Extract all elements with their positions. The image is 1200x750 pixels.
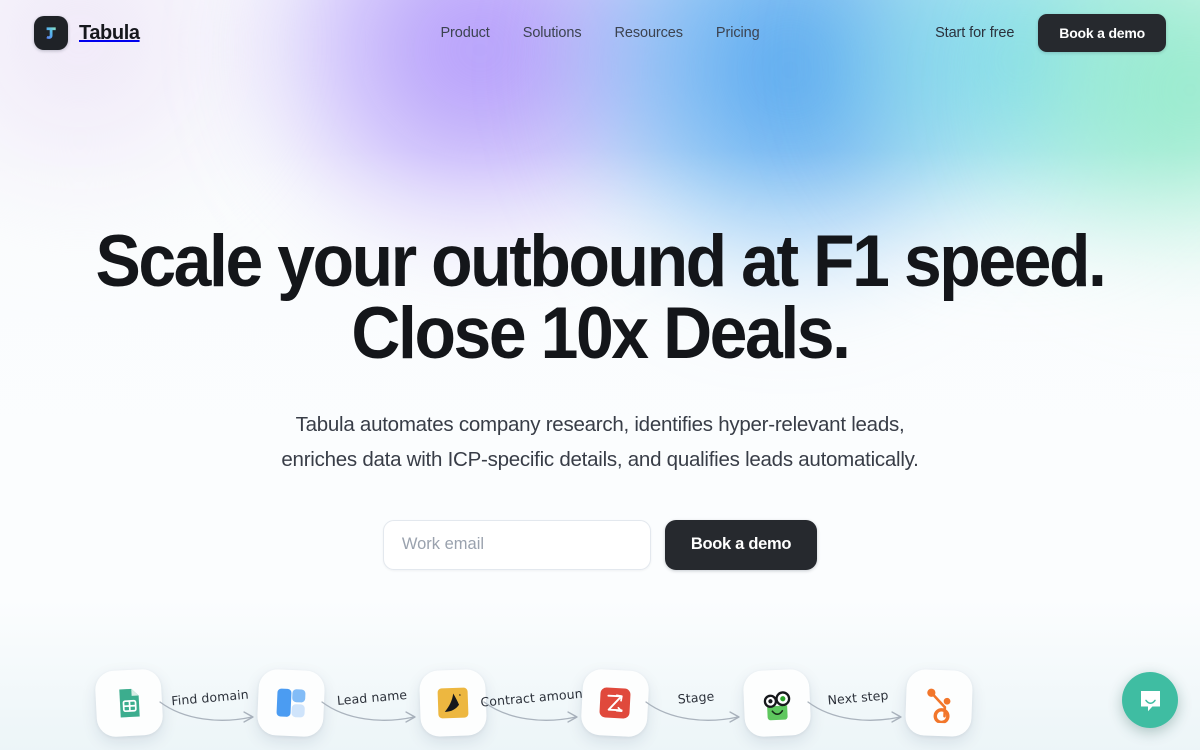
connector-find-domain: Find domain — [159, 668, 258, 738]
clearbit-icon — [276, 688, 306, 718]
work-email-input[interactable] — [382, 519, 651, 570]
tabula-logo-icon — [34, 16, 68, 50]
app-tile-clearbit[interactable] — [256, 668, 326, 738]
subhead-line-1: Tabula automates company research, ident… — [295, 413, 905, 437]
chat-bubble-icon — [1140, 690, 1160, 711]
app-tile-zoominfo[interactable] — [580, 668, 650, 738]
app-tile-google-sheets[interactable] — [94, 668, 164, 738]
header-book-demo-button[interactable]: Book a demo — [1038, 14, 1166, 52]
lemlist-frog-icon — [763, 691, 791, 721]
brand-logo-link[interactable]: Tabula — [34, 16, 140, 50]
intercom-chat-launcher[interactable] — [1122, 672, 1178, 728]
nav-item-solutions[interactable]: Solutions — [523, 25, 582, 41]
arrow-icon — [645, 701, 740, 723]
app-tile-apollo[interactable] — [418, 668, 488, 738]
headline-line-1: Scale your outbound at F1 speed. — [95, 221, 1106, 302]
primary-navigation: Product Solutions Resources Pricing — [440, 25, 759, 41]
integration-flow-strip: Find domain Lead name Contract amount St… — [0, 648, 1200, 750]
subhead-line-2: enriches data with ICP-specific details,… — [281, 448, 919, 472]
header-actions: Start for free Book a demo — [935, 14, 1166, 52]
arrow-icon — [159, 701, 254, 723]
landing-page: Tabula Product Solutions Resources Prici… — [0, 0, 1200, 750]
nav-item-product[interactable]: Product — [440, 25, 489, 41]
connector-stage: Stage — [645, 668, 744, 738]
arrow-icon — [807, 701, 902, 723]
google-sheets-icon — [119, 688, 140, 718]
brand-name: Tabula — [79, 21, 140, 44]
headline-line-2: Close 10x Deals. — [351, 292, 851, 374]
app-tile-lemlist[interactable] — [742, 668, 812, 738]
start-for-free-link[interactable]: Start for free — [935, 25, 1014, 41]
apollo-icon — [437, 687, 469, 719]
hero-section: Scale your outbound at F1 speed. Close 1… — [0, 66, 1200, 570]
hero-subheading: Tabula automates company research, ident… — [0, 407, 1200, 478]
hero-signup-form: Book a demo — [0, 519, 1200, 570]
page-title: Scale your outbound at F1 speed. Close 1… — [42, 221, 1158, 374]
site-header: Tabula Product Solutions Resources Prici… — [0, 0, 1200, 66]
nav-item-resources[interactable]: Resources — [614, 25, 683, 41]
connector-next-step: Next step — [807, 668, 906, 738]
nav-item-pricing[interactable]: Pricing — [716, 25, 760, 41]
connector-contract-amount: Contract amount — [480, 668, 588, 738]
arrow-icon — [483, 701, 578, 723]
hubspot-icon — [927, 688, 951, 724]
app-tile-hubspot[interactable] — [904, 668, 974, 738]
zoominfo-icon — [599, 687, 631, 719]
arrow-icon — [321, 701, 416, 723]
connector-lead-name: Lead name — [321, 668, 420, 738]
hero-book-demo-button[interactable]: Book a demo — [664, 519, 818, 570]
